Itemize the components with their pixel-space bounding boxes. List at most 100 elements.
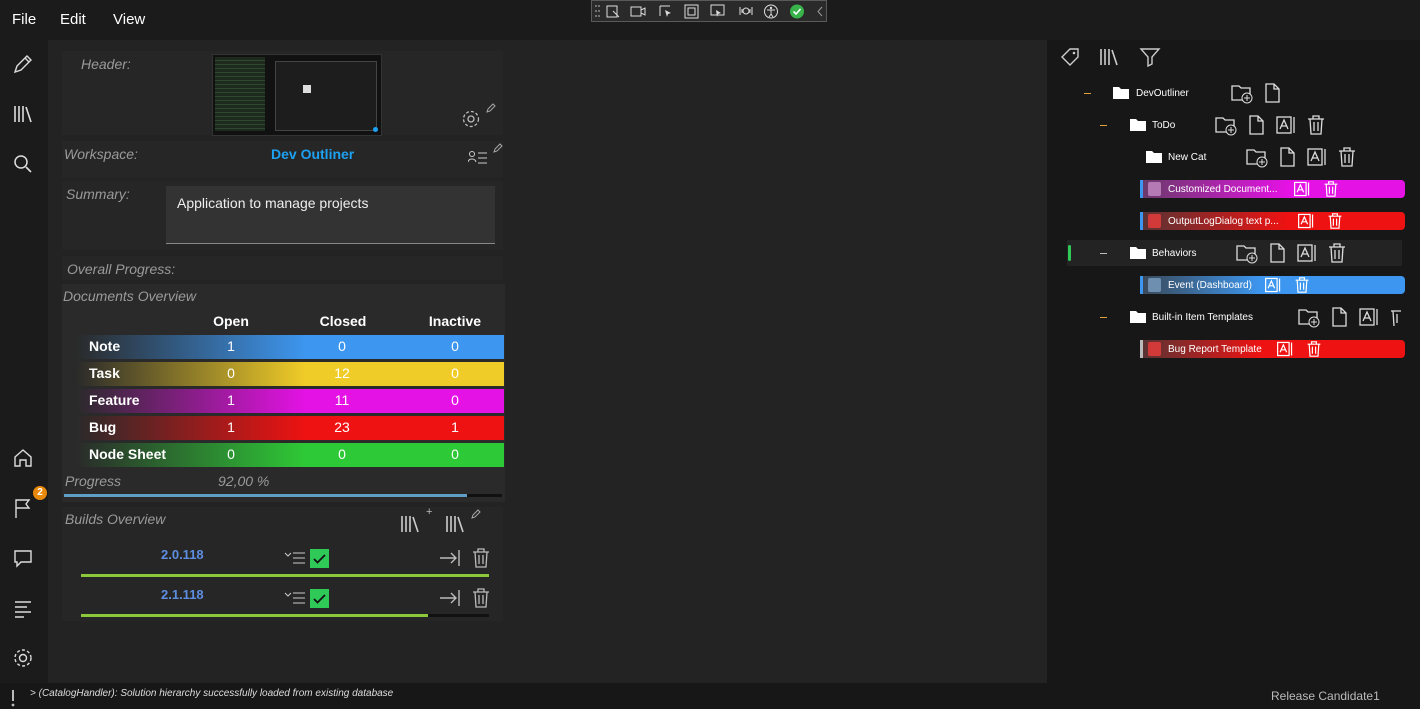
select-element-icon[interactable]: [605, 4, 621, 19]
menu-file[interactable]: File: [12, 11, 36, 28]
trash-icon[interactable]: [1323, 180, 1339, 198]
release-build-icon[interactable]: [439, 548, 461, 568]
tree-item-templates[interactable]: Built-in Item Templates: [1152, 312, 1253, 323]
home-icon[interactable]: [12, 447, 34, 469]
pencil-small-icon[interactable]: [470, 508, 482, 520]
tree-item-new-cat[interactable]: New Cat: [1168, 152, 1206, 163]
edit-builds-icon[interactable]: [445, 514, 467, 534]
add-folder-icon[interactable]: [1245, 146, 1269, 168]
pencil-icon[interactable]: [12, 53, 34, 75]
trash-icon[interactable]: [1337, 146, 1357, 168]
accessibility-icon[interactable]: [763, 4, 779, 19]
doc-count-inactive[interactable]: 1: [425, 419, 485, 435]
hot-reload-icon[interactable]: [738, 4, 754, 19]
build-complete-checkbox[interactable]: [310, 589, 329, 608]
check-status-icon[interactable]: [789, 4, 805, 19]
chat-icon[interactable]: [12, 547, 34, 569]
tree-item-todo[interactable]: ToDo: [1152, 120, 1175, 131]
doc-count-closed[interactable]: 12: [312, 365, 372, 381]
doc-count-inactive[interactable]: 0: [425, 365, 485, 381]
rename-icon[interactable]: [1275, 114, 1297, 136]
collapse-dash[interactable]: [1100, 317, 1107, 318]
trash-icon[interactable]: [1294, 276, 1310, 294]
tree-doc-outputlog[interactable]: OutputLogDialog text p...: [1140, 212, 1405, 230]
add-document-icon[interactable]: [1278, 146, 1296, 168]
doc-row-note[interactable]: Note 1 0 0: [63, 335, 504, 359]
tree-doc-event[interactable]: Event (Dashboard): [1140, 276, 1405, 294]
doc-row-bug[interactable]: Bug 1 23 1: [63, 416, 504, 440]
rename-icon[interactable]: [1358, 306, 1380, 328]
doc-count-closed[interactable]: 0: [312, 338, 372, 354]
trash-icon[interactable]: [1306, 340, 1322, 358]
doc-count-open[interactable]: 1: [201, 419, 261, 435]
workspace-select-icon[interactable]: [468, 150, 488, 166]
edit-header-icon[interactable]: [485, 102, 497, 114]
list-icon[interactable]: [12, 597, 34, 619]
add-document-icon[interactable]: [1268, 242, 1286, 264]
rename-icon[interactable]: [1306, 146, 1328, 168]
doc-row-task[interactable]: Task 0 12 0: [63, 362, 504, 386]
filter-icon[interactable]: [1139, 46, 1161, 68]
layout-icon[interactable]: [710, 4, 726, 19]
doc-count-inactive[interactable]: 0: [425, 338, 485, 354]
trash-icon[interactable]: [471, 547, 491, 569]
add-folder-icon[interactable]: [1297, 306, 1321, 328]
doc-row-node-sheet[interactable]: Node Sheet 0 0 0: [63, 443, 504, 467]
drag-handle-icon[interactable]: [594, 3, 600, 19]
library-icon[interactable]: [12, 103, 34, 125]
doc-count-inactive[interactable]: 0: [425, 446, 485, 462]
rename-icon[interactable]: [1276, 340, 1294, 358]
flag-icon[interactable]: [12, 497, 34, 519]
catalog-library-icon[interactable]: [1098, 46, 1122, 68]
trash-icon[interactable]: [1389, 306, 1401, 328]
record-icon[interactable]: [630, 4, 646, 19]
menu-view[interactable]: View: [113, 11, 145, 28]
edit-workspace-icon[interactable]: [492, 142, 504, 154]
rename-icon[interactable]: [1293, 180, 1311, 198]
trash-icon[interactable]: [1327, 242, 1347, 264]
adorner-icon[interactable]: [684, 4, 700, 19]
add-folder-icon[interactable]: [1214, 114, 1238, 136]
add-folder-icon[interactable]: [1230, 82, 1254, 104]
collapse-dash[interactable]: [1100, 253, 1107, 254]
doc-count-inactive[interactable]: 0: [425, 392, 485, 408]
doc-count-closed[interactable]: 23: [312, 419, 372, 435]
doc-count-open[interactable]: 1: [201, 338, 261, 354]
doc-count-open[interactable]: 0: [201, 365, 261, 381]
doc-count-closed[interactable]: 11: [312, 392, 372, 408]
tree-item-root[interactable]: DevOutliner: [1136, 88, 1189, 99]
collapse-toolbar-icon[interactable]: [813, 4, 829, 19]
rename-icon[interactable]: [1296, 242, 1318, 264]
tag-icon[interactable]: [1059, 46, 1081, 68]
workspace-name[interactable]: Dev Outliner: [271, 146, 354, 162]
tree-doc-bug-template[interactable]: Bug Report Template: [1140, 340, 1405, 358]
tree-item-behaviors[interactable]: Behaviors: [1152, 248, 1196, 259]
tree-doc-customized[interactable]: Customized Document...: [1140, 180, 1405, 198]
menu-edit[interactable]: Edit: [60, 11, 86, 28]
add-document-icon[interactable]: [1247, 114, 1265, 136]
gear-icon[interactable]: [460, 108, 482, 130]
doc-count-closed[interactable]: 0: [312, 446, 372, 462]
doc-count-open[interactable]: 0: [201, 446, 261, 462]
rename-icon[interactable]: [1297, 212, 1315, 230]
doc-count-open[interactable]: 1: [201, 392, 261, 408]
trash-icon[interactable]: [1327, 212, 1343, 230]
search-icon[interactable]: [12, 153, 34, 175]
build-version[interactable]: 2.0.118: [161, 547, 204, 562]
pointer-icon[interactable]: [658, 4, 674, 19]
build-details-icon[interactable]: [284, 550, 306, 566]
collapse-dash[interactable]: [1100, 125, 1107, 126]
summary-input[interactable]: Application to manage projects: [166, 186, 495, 244]
add-document-icon[interactable]: [1330, 306, 1348, 328]
alert-icon[interactable]: [8, 688, 18, 708]
release-build-icon[interactable]: [439, 588, 461, 608]
trash-icon[interactable]: [471, 587, 491, 609]
add-build-icon[interactable]: [400, 514, 422, 534]
header-image[interactable]: [212, 54, 382, 136]
add-document-icon[interactable]: [1263, 82, 1281, 104]
build-details-icon[interactable]: [284, 590, 306, 606]
add-folder-icon[interactable]: [1235, 242, 1259, 264]
rename-icon[interactable]: [1264, 276, 1282, 294]
doc-row-feature[interactable]: Feature 1 11 0: [63, 389, 504, 413]
collapse-dash[interactable]: [1084, 93, 1091, 94]
